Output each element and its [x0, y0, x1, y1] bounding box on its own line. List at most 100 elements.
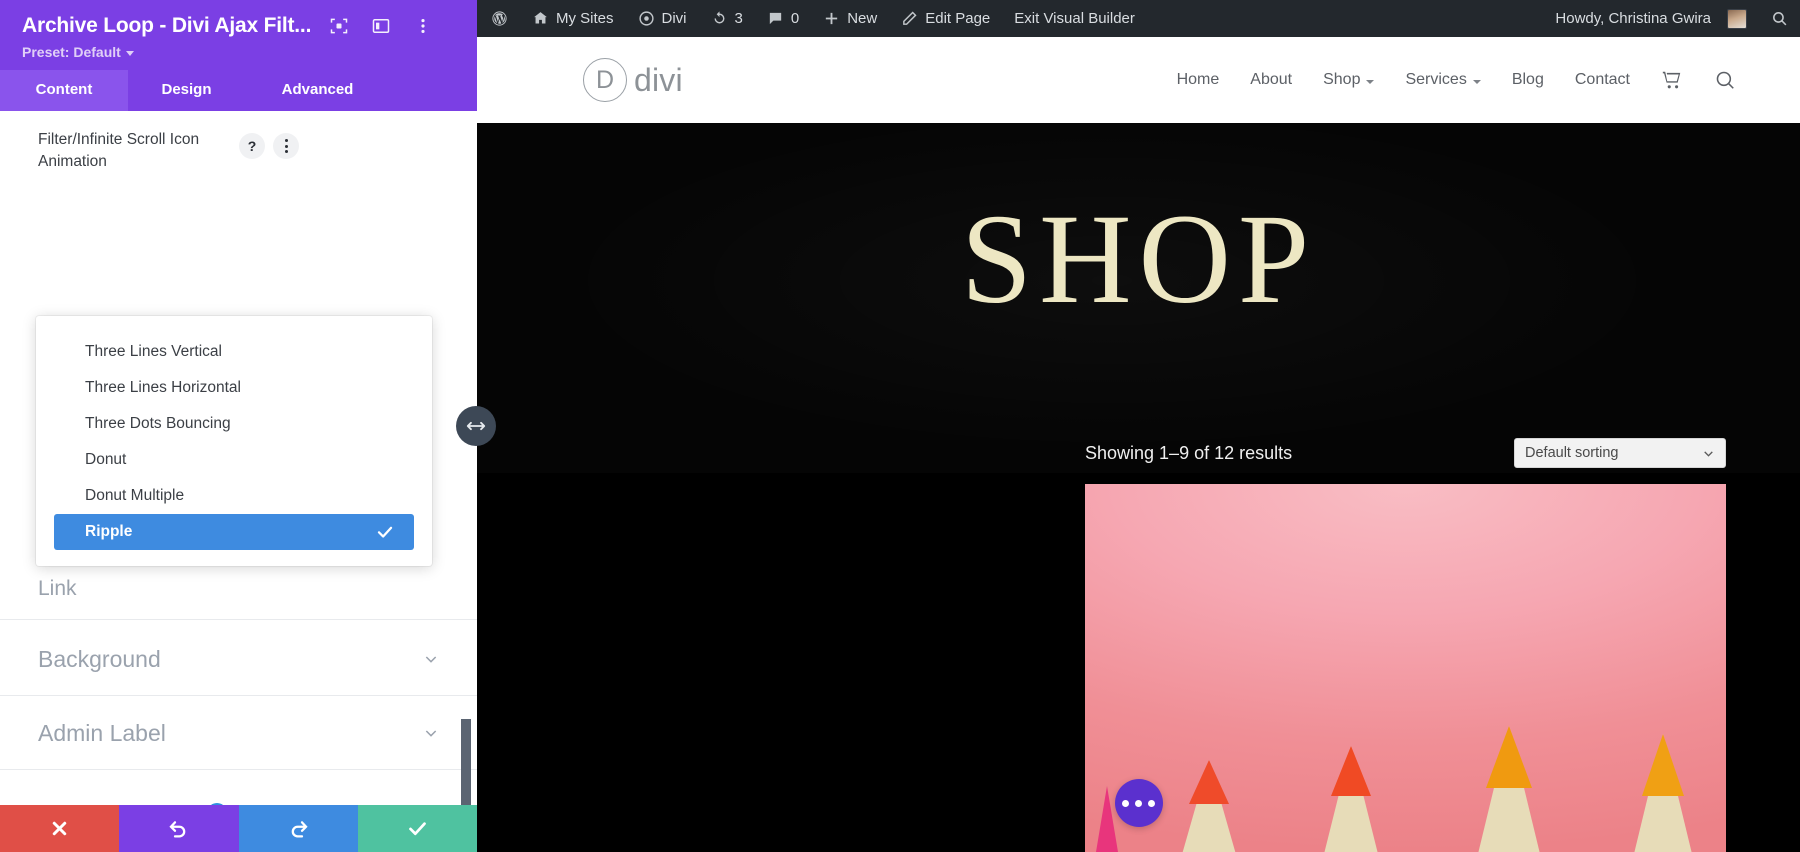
preset-selector[interactable]: Preset: Default	[22, 44, 455, 60]
nav-item-about[interactable]: About	[1250, 71, 1292, 89]
dropdown-option[interactable]: Three Dots Bouncing	[54, 406, 414, 442]
chevron-down-icon	[1704, 450, 1713, 457]
help-label: Help	[236, 803, 271, 805]
section-toggle-background[interactable]: Background	[0, 623, 477, 695]
nav-label: Services	[1405, 71, 1467, 88]
site-header: D divi Home About Shop Services Blog Con…	[477, 37, 1800, 123]
divider	[0, 769, 477, 770]
admin-bar-search[interactable]	[1759, 0, 1800, 37]
site-preview: My Sites Divi 3 0 New Edit Page Exit Vis…	[477, 0, 1800, 852]
panel-scrollbar[interactable]	[461, 719, 471, 805]
search-icon	[1773, 12, 1787, 26]
nav-item-blog[interactable]: Blog	[1512, 71, 1544, 89]
resize-horizontal-icon	[466, 421, 486, 431]
help-icon[interactable]: ?	[239, 133, 265, 159]
undo-button[interactable]	[119, 805, 239, 852]
redo-button[interactable]	[238, 805, 358, 852]
site-logo[interactable]: D divi	[583, 58, 683, 102]
page-title: SHOP	[960, 188, 1317, 330]
sites-icon	[534, 12, 547, 24]
divi-dashboard-icon	[638, 11, 654, 26]
close-icon	[52, 821, 67, 836]
chevron-down-icon	[1366, 79, 1375, 84]
save-button[interactable]	[357, 805, 477, 852]
admin-bar-howdy[interactable]: Howdy, Christina Gwira	[1543, 0, 1759, 37]
panel-tabs: Content Design Advanced	[0, 70, 477, 111]
nav-item-services[interactable]: Services	[1405, 71, 1481, 89]
admin-bar-updates[interactable]: 3	[699, 0, 755, 37]
check-icon	[377, 526, 393, 538]
loader-dot	[1148, 799, 1155, 807]
pencil-icon	[903, 11, 917, 25]
panel-layout-icon[interactable]	[371, 16, 391, 36]
comments-icon	[769, 12, 782, 25]
field-options-icon[interactable]	[273, 133, 299, 159]
section-toggle-admin-label[interactable]: Admin Label	[0, 697, 477, 769]
tab-advanced[interactable]: Advanced	[245, 70, 390, 111]
howdy-label: Howdy, Christina Gwira	[1555, 10, 1711, 27]
admin-bar-divi[interactable]: Divi	[626, 0, 699, 37]
sorting-value: Default sorting	[1525, 445, 1619, 461]
admin-bar-label: Exit Visual Builder	[1014, 10, 1135, 27]
field-row-icon-animation: Filter/Infinite Scroll Icon Animation ?	[0, 111, 477, 173]
wordpress-logo-icon	[492, 11, 507, 26]
dropdown-option[interactable]: Three Lines Vertical	[54, 334, 414, 370]
admin-bar-my-sites[interactable]: My Sites	[520, 0, 626, 37]
panel-body: Filter/Infinite Scroll Icon Animation ? …	[0, 111, 477, 805]
admin-bar-comments[interactable]: 0	[755, 0, 811, 37]
tab-content[interactable]: Content	[0, 70, 128, 111]
nav-label: Contact	[1574, 71, 1630, 88]
chevron-down-icon	[125, 50, 134, 56]
dropdown-option-selected[interactable]: Ripple	[54, 514, 414, 550]
chevron-down-icon	[425, 656, 437, 663]
section-toggle-link[interactable]: Link	[38, 577, 77, 601]
nav-item-contact[interactable]: Contact	[1575, 71, 1630, 89]
dropdown-option[interactable]: Three Lines Horizontal	[54, 370, 414, 406]
chevron-down-icon	[1472, 79, 1481, 84]
discard-button[interactable]	[0, 805, 120, 852]
dropdown-option[interactable]: Donut	[54, 442, 414, 478]
divider	[0, 619, 477, 620]
tab-design[interactable]: Design	[128, 70, 245, 111]
nav-item-home[interactable]: Home	[1177, 71, 1220, 89]
product-card[interactable]	[1085, 484, 1726, 852]
chevron-down-icon	[425, 730, 437, 737]
loader-dot	[1122, 799, 1129, 807]
admin-bar-label: 0	[790, 10, 800, 27]
admin-bar-new[interactable]: New	[811, 0, 889, 37]
admin-bar-label: Divi	[661, 10, 687, 27]
panel-resize-handle[interactable]	[456, 406, 496, 446]
main-navigation: Home About Shop Services Blog Contact	[1177, 69, 1736, 91]
nav-label: About	[1250, 71, 1293, 88]
search-icon[interactable]	[1714, 69, 1736, 91]
dropdown-option[interactable]: Donut Multiple	[54, 478, 414, 514]
focus-target-icon[interactable]	[329, 16, 349, 36]
admin-bar-exit-visual-builder[interactable]: Exit Visual Builder	[1002, 0, 1147, 37]
section-title: Background	[38, 645, 161, 672]
section-title: Admin Label	[38, 719, 166, 746]
admin-bar-wordpress-logo[interactable]	[477, 0, 520, 37]
sorting-select[interactable]: Default sorting	[1514, 438, 1726, 468]
help-button[interactable]: ? Help	[0, 803, 477, 805]
admin-bar-edit-page[interactable]: Edit Page	[889, 0, 1002, 37]
page-hero: SHOP	[477, 123, 1800, 473]
cart-icon[interactable]	[1661, 69, 1683, 91]
admin-bar-label: 3	[734, 10, 743, 27]
field-label: Filter/Infinite Scroll Icon Animation	[38, 131, 200, 170]
module-settings-panel: Archive Loop - Divi Ajax Filt... Preset:…	[0, 0, 477, 852]
logo-text: divi	[634, 61, 683, 98]
icon-animation-dropdown: Three Lines Vertical Three Lines Horizon…	[36, 316, 432, 566]
dropdown-option-label: Ripple	[85, 523, 133, 540]
panel-header: Archive Loop - Divi Ajax Filt... Preset:…	[0, 0, 477, 70]
nav-item-shop[interactable]: Shop	[1323, 71, 1375, 89]
ajax-loading-indicator[interactable]	[1114, 779, 1163, 827]
panel-action-bar	[0, 805, 477, 852]
results-count: Showing 1–9 of 12 results	[1085, 443, 1293, 463]
vertical-dots-icon[interactable]	[413, 16, 433, 36]
admin-bar-label: My Sites	[556, 10, 614, 27]
logo-mark: D	[583, 58, 627, 102]
product-image	[1096, 726, 1692, 852]
admin-bar-label: New	[847, 10, 878, 27]
admin-bar-label: Edit Page	[925, 10, 991, 27]
updates-icon	[714, 11, 724, 24]
